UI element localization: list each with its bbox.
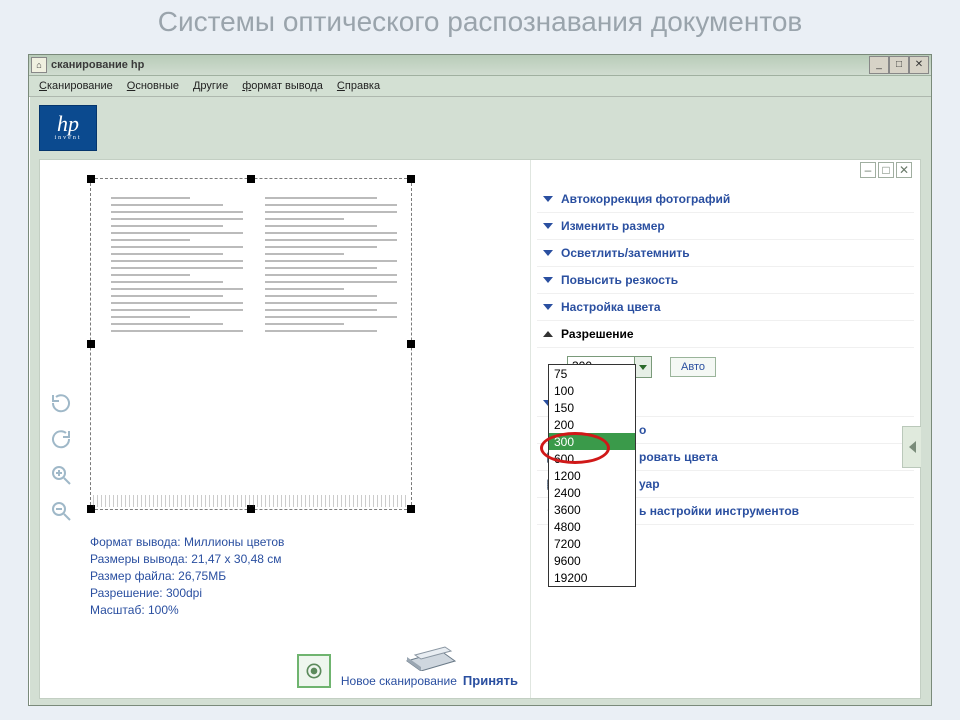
zoom-out-icon[interactable]	[48, 498, 74, 524]
section-resize[interactable]: Изменить размер	[537, 213, 914, 240]
resolution-option[interactable]: 19200	[549, 569, 635, 586]
menu-other[interactable]: Другие	[193, 80, 228, 92]
auto-button[interactable]: Авто	[670, 357, 716, 377]
info-scale: Масштаб: 100%	[90, 602, 410, 619]
new-scan-link[interactable]: Новое сканирование	[341, 674, 457, 688]
resolution-option[interactable]: 1200	[549, 467, 635, 484]
resolution-option[interactable]: 2400	[549, 484, 635, 501]
resolution-option[interactable]: 300	[549, 433, 635, 450]
info-size: Размеры вывода: 21,47 x 30,48 см	[90, 551, 410, 568]
maximize-button[interactable]: □	[889, 56, 909, 74]
info-format: Формат вывода: Миллионы цветов	[90, 534, 410, 551]
collapse-sidebar-button[interactable]	[902, 426, 921, 468]
chevron-up-icon	[543, 331, 553, 337]
resolution-option[interactable]: 75	[549, 365, 635, 382]
pane-maximize-icon[interactable]: □	[878, 162, 894, 178]
app-icon: ⌂	[31, 57, 47, 73]
accept-button[interactable]: Принять	[463, 673, 518, 688]
resolution-dropdown[interactable]: 7510015020030060012002400360048007200960…	[548, 364, 636, 587]
output-info: Формат вывода: Миллионы цветов Размеры в…	[90, 534, 410, 619]
chevron-down-icon	[543, 196, 553, 202]
resolution-option[interactable]: 9600	[549, 552, 635, 569]
slide-title: Системы оптического распознавания докуме…	[0, 6, 960, 38]
side-toolbar	[48, 390, 74, 524]
document-thumbnail	[111, 197, 397, 493]
resolution-option[interactable]: 150	[549, 399, 635, 416]
chevron-down-icon	[543, 250, 553, 256]
main-panel: Формат вывода: Миллионы цветов Размеры в…	[39, 159, 921, 699]
menu-help[interactable]: Справка	[337, 80, 380, 92]
info-resolution: Разрешение: 300dpi	[90, 585, 410, 602]
resolution-option[interactable]: 4800	[549, 518, 635, 535]
preview-pane: Формат вывода: Миллионы цветов Размеры в…	[40, 160, 531, 698]
pane-close-icon[interactable]: ✕	[896, 162, 912, 178]
menubar: Сканирование Основные Другие формат выво…	[29, 76, 931, 97]
hp-logo: hp invent	[39, 105, 97, 151]
resolution-option[interactable]: 600	[549, 450, 635, 467]
window-title: сканирование hp	[51, 59, 869, 71]
new-scan-icon[interactable]	[297, 654, 331, 688]
chevron-left-icon	[909, 441, 916, 453]
scan-preview[interactable]	[90, 178, 412, 510]
info-file: Размер файла: 26,75МБ	[90, 568, 410, 585]
slide: Системы оптического распознавания докуме…	[0, 0, 960, 720]
titlebar: ⌂ сканирование hp _ □ ✕	[29, 55, 931, 76]
combobox-toggle[interactable]	[635, 356, 652, 378]
resolution-option[interactable]: 7200	[549, 535, 635, 552]
resolution-option[interactable]: 100	[549, 382, 635, 399]
scanner-icon	[401, 631, 457, 671]
resolution-option[interactable]: 3600	[549, 501, 635, 518]
client-area: hp invent	[29, 97, 931, 705]
chevron-down-icon	[543, 223, 553, 229]
rotate-right-icon[interactable]	[48, 426, 74, 452]
zoom-in-icon[interactable]	[48, 462, 74, 488]
section-color[interactable]: Настройка цвета	[537, 294, 914, 321]
rotate-left-icon[interactable]	[48, 390, 74, 416]
section-lighten[interactable]: Осветлить/затемнить	[537, 240, 914, 267]
section-sharpen[interactable]: Повысить резкость	[537, 267, 914, 294]
menu-output[interactable]: формат вывода	[242, 80, 323, 92]
section-autocorrect[interactable]: Автокоррекция фотографий	[537, 186, 914, 213]
menu-basic[interactable]: Основные	[127, 80, 179, 92]
chevron-down-icon	[543, 277, 553, 283]
chevron-down-icon	[543, 304, 553, 310]
section-resolution[interactable]: Разрешение	[537, 321, 914, 348]
close-button[interactable]: ✕	[909, 56, 929, 74]
resolution-option[interactable]: 200	[549, 416, 635, 433]
chevron-down-icon	[639, 365, 647, 370]
app-window: ⌂ сканирование hp _ □ ✕ Сканирование Осн…	[28, 54, 932, 706]
menu-scan[interactable]: Сканирование	[39, 80, 113, 92]
pane-minimize-icon[interactable]: –	[860, 162, 876, 178]
minimize-button[interactable]: _	[869, 56, 889, 74]
